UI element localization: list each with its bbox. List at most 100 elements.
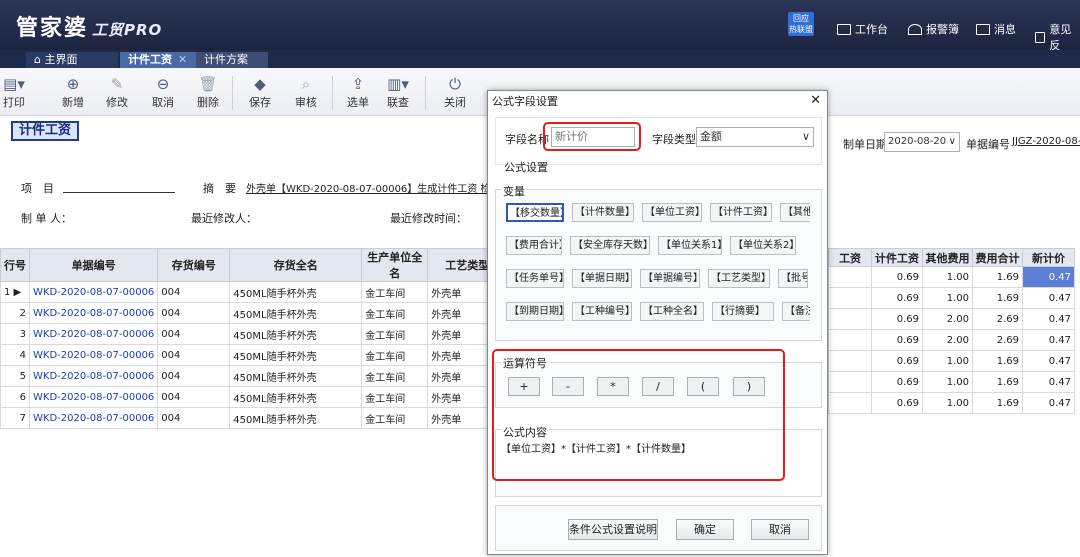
- edit-button[interactable]: ✎ 修改: [97, 74, 137, 110]
- tab-piecework-plan[interactable]: 计件方案✕: [196, 52, 268, 82]
- topnav-messages[interactable]: 消息: [976, 21, 1016, 37]
- table-cell[interactable]: 450ML随手杯外壳: [229, 365, 363, 387]
- table-cell[interactable]: 2.00: [922, 329, 973, 351]
- table-cell[interactable]: 5: [0, 365, 30, 387]
- table-cell[interactable]: 4: [0, 344, 30, 366]
- column-header[interactable]: 存货编号: [157, 248, 231, 282]
- table-cell[interactable]: [828, 350, 872, 372]
- table-cell[interactable]: 2.69: [972, 329, 1023, 351]
- column-header[interactable]: 其他费用: [922, 248, 973, 267]
- table-cell[interactable]: 0.69: [871, 266, 923, 288]
- table-cell[interactable]: 2: [0, 302, 30, 324]
- variable-button[interactable]: 【移交数量】: [506, 203, 564, 222]
- column-header[interactable]: 工资: [828, 248, 872, 267]
- formula-help-button[interactable]: 条件公式设置说明: [568, 519, 658, 540]
- table-cell[interactable]: 004: [157, 323, 231, 345]
- variable-button[interactable]: 【行摘要】: [712, 302, 774, 321]
- variable-button[interactable]: 【安全库存天数】: [570, 236, 650, 255]
- table-cell[interactable]: 450ML随手杯外壳: [229, 302, 363, 324]
- table-row[interactable]: 2 WKD-2020-08-07-00006 004 450ML随手杯外壳 金工车间 外壳…: [0, 302, 508, 324]
- column-header[interactable]: 费用合计: [972, 248, 1023, 267]
- table-cell[interactable]: 金工车间: [361, 323, 429, 345]
- column-header[interactable]: 计件工资: [871, 248, 923, 267]
- column-header[interactable]: 存货全名: [229, 248, 363, 282]
- table-cell[interactable]: 0.47: [1022, 308, 1075, 330]
- topnav-feedback[interactable]: 意见反: [1035, 21, 1080, 53]
- variable-button[interactable]: 【单据编号】: [640, 269, 700, 288]
- column-header[interactable]: 单据编号: [28, 248, 159, 282]
- variable-button[interactable]: 【工艺类型】: [708, 269, 770, 288]
- table-row[interactable]: 6 WKD-2020-08-07-00006 004 450ML随手杯外壳 金工车间 外壳…: [0, 386, 508, 408]
- variable-button[interactable]: 【费用合计】: [506, 236, 562, 255]
- cancel-dialog-button[interactable]: 取消: [751, 519, 809, 540]
- table-row[interactable]: 7 WKD-2020-08-07-00006 004 450ML随手杯外壳 金工车间 外壳…: [0, 407, 508, 429]
- date-picker[interactable]: 2020-08-20 ∨: [884, 132, 960, 152]
- table-cell[interactable]: 004: [157, 344, 231, 366]
- table-cell[interactable]: [828, 287, 872, 309]
- table-cell[interactable]: 1.69: [972, 371, 1023, 393]
- table-cell[interactable]: 004: [157, 365, 231, 387]
- table-cell[interactable]: WKD-2020-08-07-00006: [28, 323, 159, 345]
- print-button[interactable]: ▤▾ 打印: [0, 74, 34, 110]
- close-icon[interactable]: ✕: [810, 93, 821, 108]
- table-cell[interactable]: 450ML随手杯外壳: [229, 344, 363, 366]
- ok-button[interactable]: 确定: [676, 519, 734, 540]
- table-cell[interactable]: 1.00: [922, 350, 973, 372]
- table-cell[interactable]: 6: [0, 386, 30, 408]
- cancel-button[interactable]: ⊖ 取消: [143, 74, 183, 110]
- table-cell[interactable]: 2.69: [972, 308, 1023, 330]
- column-header[interactable]: 行号: [0, 248, 30, 282]
- table-cell[interactable]: 7: [0, 407, 30, 429]
- table-cell[interactable]: 金工车间: [361, 386, 429, 408]
- table-cell[interactable]: 0.69: [871, 287, 923, 309]
- save-button[interactable]: ◆ 保存: [240, 74, 280, 110]
- table-cell[interactable]: WKD-2020-08-07-00006: [28, 344, 159, 366]
- table-cell[interactable]: 1.00: [922, 392, 973, 414]
- column-header[interactable]: 生产单位全名: [361, 248, 429, 282]
- select-bill-button[interactable]: ⇪ 选单: [338, 74, 378, 110]
- table-cell[interactable]: 450ML随手杯外壳: [229, 323, 363, 345]
- table-cell[interactable]: 金工车间: [361, 281, 429, 303]
- column-header[interactable]: 新计价: [1022, 248, 1075, 267]
- table-cell[interactable]: 1.69: [972, 287, 1023, 309]
- close-button[interactable]: ⏻ 关闭: [435, 74, 475, 110]
- table-cell[interactable]: 004: [157, 407, 231, 429]
- add-button[interactable]: ⊕ 新增: [53, 74, 93, 110]
- table-cell[interactable]: 1.00: [922, 287, 973, 309]
- variable-button[interactable]: 【单位关系2】: [730, 236, 796, 255]
- table-cell[interactable]: WKD-2020-08-07-00006: [28, 365, 159, 387]
- table-cell[interactable]: 金工车间: [361, 407, 429, 429]
- table-cell[interactable]: 2.00: [922, 308, 973, 330]
- audit-button[interactable]: ⌕ 审核: [286, 74, 326, 110]
- table-cell[interactable]: 金工车间: [361, 365, 429, 387]
- table-cell[interactable]: WKD-2020-08-07-00006: [28, 302, 159, 324]
- table-row[interactable]: 0.69 1.00 1.69 0.47: [828, 266, 1075, 288]
- table-cell[interactable]: [828, 392, 872, 414]
- variable-button[interactable]: 【工种全名】: [640, 302, 704, 321]
- table-cell[interactable]: 0.47: [1022, 371, 1075, 393]
- topnav-alarm[interactable]: 报警簿: [908, 21, 959, 37]
- table-cell[interactable]: [828, 329, 872, 351]
- table-cell[interactable]: 0.47: [1022, 329, 1075, 351]
- table-cell[interactable]: 450ML随手杯外壳: [229, 386, 363, 408]
- tab-home[interactable]: ⌂ 主界面: [26, 52, 118, 68]
- table-cell[interactable]: 金工车间: [361, 302, 429, 324]
- table-cell[interactable]: 0.47: [1022, 287, 1075, 309]
- table-cell[interactable]: 450ML随手杯外壳: [229, 407, 363, 429]
- table-row[interactable]: 0.69 1.00 1.69 0.47: [828, 287, 1075, 309]
- table-cell[interactable]: 0.69: [871, 329, 923, 351]
- variable-button[interactable]: 【工种编号】: [572, 302, 632, 321]
- table-row[interactable]: 0.69 1.00 1.69 0.47: [828, 371, 1075, 393]
- table-cell[interactable]: 1.00: [922, 371, 973, 393]
- table-cell[interactable]: [828, 371, 872, 393]
- table-cell[interactable]: 1.69: [972, 392, 1023, 414]
- table-cell[interactable]: 1.69: [972, 350, 1023, 372]
- table-cell[interactable]: 0.69: [871, 392, 923, 414]
- table-cell[interactable]: 0.47: [1022, 266, 1075, 288]
- variable-button[interactable]: 【其他费: [780, 203, 810, 222]
- table-cell[interactable]: 1.00: [922, 266, 973, 288]
- variable-button[interactable]: 【任务单号】: [506, 269, 564, 288]
- table-cell[interactable]: 0.69: [871, 371, 923, 393]
- delete-button[interactable]: 🗑 删除: [188, 74, 228, 110]
- qr-badge-icon[interactable]: 回应 热联盟: [788, 12, 814, 36]
